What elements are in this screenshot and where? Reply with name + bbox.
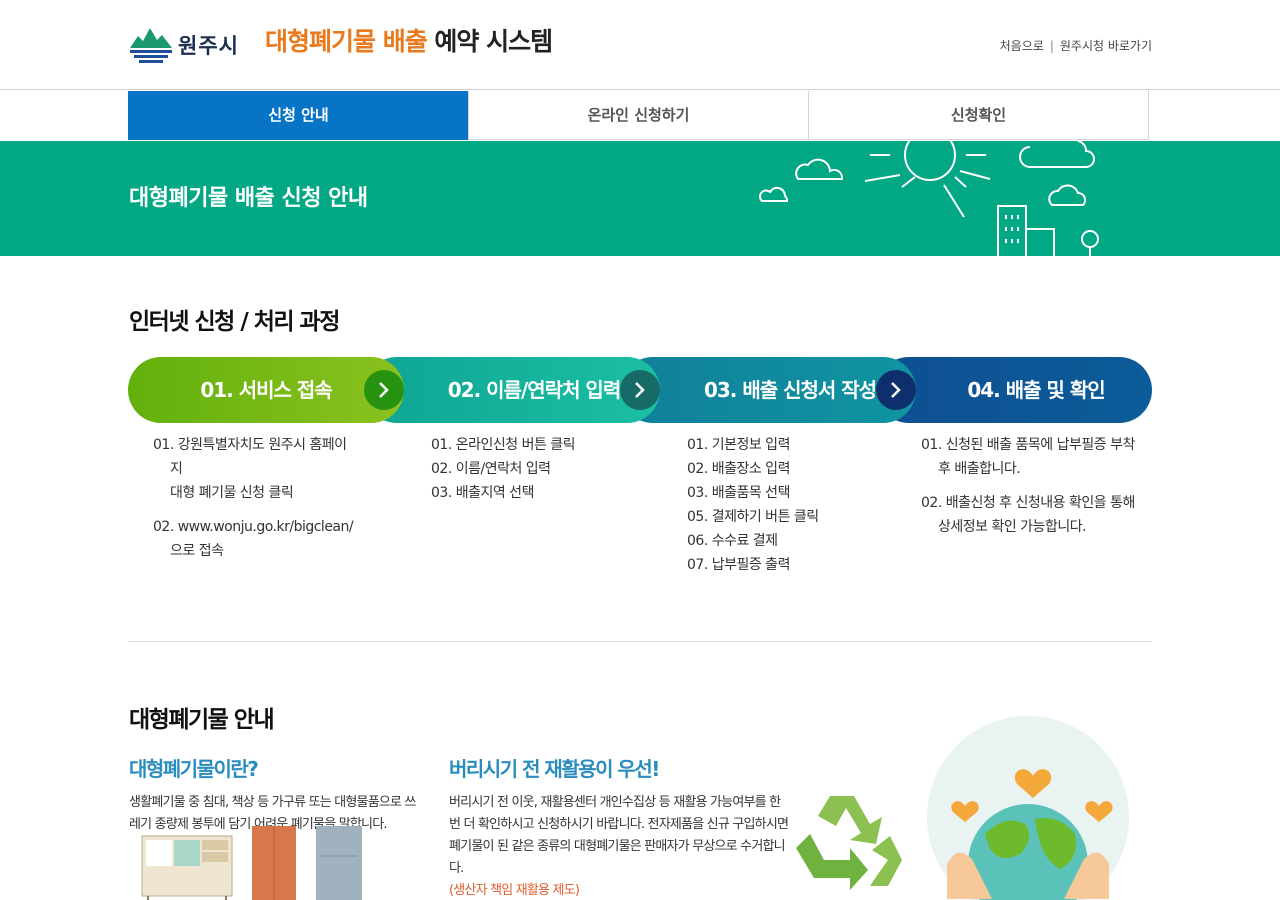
site-title-accent: 대형폐기물 배출 — [265, 27, 428, 56]
step-disposal-confirm: 04. 배출 및 확인 — [876, 357, 1152, 423]
wonju-logo[interactable]: 원주시 — [128, 26, 243, 66]
step-service-access: 01. 서비스 접속 — [128, 357, 404, 423]
step-application-form: 03. 배출 신청서 작성 — [620, 357, 916, 423]
home-link[interactable]: 처음으로 — [1000, 39, 1044, 53]
list-item: 01. 강원특별자치도 원주시 홈페이지 대형 폐기물 신청 클릭 — [153, 437, 347, 501]
recycle-first-title: 버리시기 전 재활용이 우선! — [449, 757, 660, 781]
recycle-icon — [796, 796, 902, 890]
tab-guide[interactable]: 신청 안내 — [128, 91, 468, 140]
banner-title: 대형폐기물 배출 신청 안내 — [129, 186, 368, 211]
city-sun-illustration — [759, 141, 1099, 256]
process-steps: 01. 서비스 접속 02. 이름/연락처 입력 03. 배출 신청서 작성 0… — [128, 357, 1152, 423]
list-item: 01. 온라인신청 버튼 클릭 — [431, 437, 576, 453]
what-is-title: 대형폐기물이란? — [129, 757, 259, 781]
step3-description: 01. 기본정보 입력 02. 배출장소 입력 03. 배출품목 선택 05. … — [687, 433, 887, 577]
wonju-city-link[interactable]: 원주시청 바로가기 — [1060, 39, 1152, 53]
section-divider — [128, 641, 1152, 642]
list-item: 02. www.wonju.go.kr/bigclean/으로 접속 — [153, 519, 354, 559]
list-item: 02. 배출장소 입력 — [687, 461, 790, 477]
site-header: 원주시 대형폐기물 배출 예약 시스템 처음으로 | 원주시청 바로가기 — [0, 0, 1280, 90]
chevron-right-icon — [364, 370, 404, 410]
list-item: 02. 이름/연락처 입력 — [431, 461, 551, 477]
step-label: 03. 배출 신청서 작성 — [703, 378, 877, 402]
furniture-illustration — [141, 826, 362, 900]
step4-description: 01. 신청된 배출 품목에 납부필증 부착 후 배출합니다. 02. 배출신청… — [921, 433, 1136, 539]
step-label: 02. 이름/연락처 입력 — [447, 378, 621, 402]
step-name-contact: 02. 이름/연락처 입력 — [364, 357, 660, 423]
step1-description: 01. 강원특별자치도 원주시 홈페이지 대형 폐기물 신청 클릭 02. ww… — [153, 433, 358, 563]
guide-section-title: 대형폐기물 안내 — [129, 707, 275, 733]
list-item: 02. 배출신청 후 신청내용 확인을 통해 상세정보 확인 가능합니다. — [921, 495, 1135, 535]
step-label: 04. 배출 및 확인 — [967, 378, 1105, 402]
chevron-right-icon — [620, 370, 660, 410]
chevron-right-icon — [876, 370, 916, 410]
divider-bar: | — [1049, 39, 1054, 53]
list-item: 03. 배출지역 선택 — [431, 485, 534, 501]
list-item: 03. 배출품목 선택 — [687, 485, 790, 501]
step-label: 01. 서비스 접속 — [200, 378, 332, 402]
main-tabs: 신청 안내 온라인 신청하기 신청확인 — [128, 91, 1149, 140]
site-title: 대형폐기물 배출 예약 시스템 — [265, 22, 553, 58]
list-item: 05. 결제하기 버튼 클릭 — [687, 509, 819, 525]
logo-text: 원주시 — [178, 34, 239, 58]
utility-links: 처음으로 | 원주시청 바로가기 — [1000, 37, 1152, 54]
producer-responsibility-note: (생산자 책임 재활용 제도) — [449, 883, 580, 898]
list-item: 01. 기본정보 입력 — [687, 437, 790, 453]
site-title-rest: 예약 시스템 — [426, 27, 553, 56]
list-item: 07. 납부필증 출력 — [687, 557, 790, 573]
earth-hands-illustration — [927, 716, 1129, 900]
tab-confirm[interactable]: 신청확인 — [808, 91, 1148, 140]
process-section-title: 인터넷 신청 / 처리 과정 — [129, 309, 340, 335]
recycle-first-text: 버리시기 전 이웃, 재활용센터 개인수집상 등 재활용 가능여부를 한번 더 … — [449, 792, 789, 900]
list-item: 06. 수수료 결제 — [687, 533, 778, 549]
page-banner: 대형폐기물 배출 신청 안내 — [0, 141, 1280, 256]
tab-online-apply[interactable]: 온라인 신청하기 — [468, 91, 808, 140]
step2-description: 01. 온라인신청 버튼 클릭 02. 이름/연락처 입력 03. 배출지역 선… — [431, 433, 631, 505]
list-item: 01. 신청된 배출 품목에 납부필증 부착 후 배출합니다. — [921, 437, 1135, 477]
recycle-first-paragraph: 버리시기 전 이웃, 재활용센터 개인수집상 등 재활용 가능여부를 한번 더 … — [449, 795, 789, 876]
mountain-logo-icon — [130, 28, 172, 63]
